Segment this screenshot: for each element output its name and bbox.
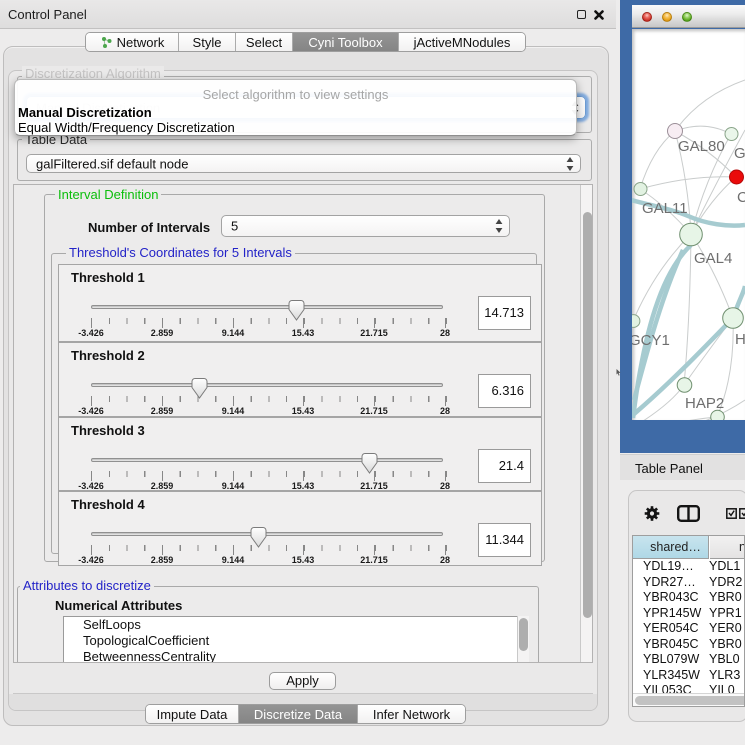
svg-text:GAL80: GAL80 (678, 138, 725, 155)
svg-text:GA: GA (734, 145, 745, 162)
svg-text:GAL4: GAL4 (694, 250, 732, 267)
svg-text:GAL11: GAL11 (642, 200, 688, 217)
svg-text:GCY1: GCY1 (632, 332, 670, 349)
svg-text:CD: CD (737, 189, 745, 206)
svg-text:HI: HI (735, 331, 745, 348)
svg-text:HAP2: HAP2 (685, 395, 724, 412)
